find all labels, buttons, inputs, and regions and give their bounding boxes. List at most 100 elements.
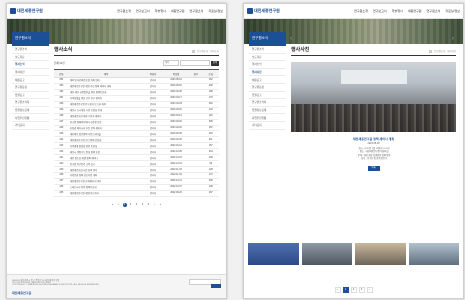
nav-item[interactable]: 연구보고서 [136,9,150,13]
side-item[interactable]: 연구원소식지 [249,99,286,107]
nav-item[interactable]: 세종연구원 [171,9,185,13]
pagination: «‹ 1 2 3 4 5 ›» [54,202,219,207]
side-item[interactable]: 입찰공고 [249,92,286,100]
page-link[interactable]: ‹ [117,203,121,207]
page-link[interactable]: 1 [342,287,349,293]
thumbnail[interactable] [355,243,406,265]
page-title: 행사사진 [291,47,310,53]
footer: (34863) 대전광역시 중구 중앙로 85 대전세종연구원 TEL 042-… [7,274,226,298]
main-content: 행사소식 연구원소식 행사소식 전체 00건 제목 검색 번호 제목 작성자 작성일 첨… [54,46,219,207]
photo-audience [291,104,456,132]
side-item[interactable]: 연구원소식 [12,46,49,54]
side-menu-heading: 연구원소식 [12,32,49,46]
home-icon[interactable] [192,49,196,53]
side-item[interactable]: 채용공고 [12,76,49,84]
side-item[interactable]: 연구원동정 [249,84,286,92]
breadcrumb: 연구원소식 행사소식 [192,49,219,53]
board-table: 번호 제목 작성자 작성일 첨부 조회 254 제27회 대전세종포럼 개최 안내 관리자 20… [54,69,219,197]
column-header: 번호 [54,69,69,78]
search-button[interactable]: 검색 [211,60,219,66]
table-cell: 2022.09.23 [162,190,190,197]
side-item[interactable]: 보도자료 [12,54,49,62]
side-item[interactable]: 연구원동정 [12,84,49,92]
thumbnail[interactable] [408,243,459,265]
breadcrumb-item[interactable]: 행사소식 [210,49,219,53]
side-item[interactable]: 사업추진현황 [249,114,286,122]
side-item[interactable]: 채용공고 [249,76,286,84]
logo-text: 대전세종연구원 [17,8,43,13]
row-title-link[interactable]: 대전세종연구원 개원기념 행사 [68,190,144,197]
thumbnail[interactable] [248,243,299,265]
page-link[interactable]: › [366,287,373,293]
nav-item[interactable]: 학술행사 [155,9,166,13]
side-item[interactable]: 입찰정보공개 [12,107,49,115]
family-site-go-button[interactable] [211,284,221,288]
table-row[interactable]: 235 대전세종연구원 개원기념 행사 관리자 2022.09.23 267 [54,190,219,197]
nav-item[interactable]: 세종연구원 [408,9,422,13]
page-link[interactable]: › [153,203,157,207]
side-item[interactable]: 연구원소식지 [12,99,49,107]
table-cell: 267 [202,190,219,197]
page-link[interactable]: 4 [141,203,145,207]
page-link[interactable]: 5 [147,203,151,207]
side-item[interactable]: 기타공지 [249,122,286,130]
search-field-select[interactable]: 제목 [163,60,179,66]
home-icon[interactable] [429,49,433,53]
page-link[interactable]: ‹ [334,287,341,293]
page-link[interactable]: 1 [122,202,127,207]
list-button[interactable]: 목록 [367,165,380,171]
page-link[interactable]: 3 [358,287,365,293]
nav-item[interactable]: 연구원소식 [427,9,441,13]
side-item[interactable]: 행사소식 [249,61,286,69]
side-item[interactable]: 연구원소식 [249,46,286,54]
side-item[interactable]: 사업추진현황 [12,114,49,122]
thumbnail[interactable] [301,243,352,265]
nav-item[interactable]: 자료실/정보 [445,9,460,13]
column-header: 작성자 [143,69,163,78]
nav-item[interactable]: 학술행사 [392,9,403,13]
breadcrumb-item[interactable]: 연구원소식 [434,49,445,53]
photo-caption: 대전세종연구원 정책 세미나 개최 2023.05.10 · 일시 : 2023… [291,137,456,171]
nav-item[interactable]: 연구원소식 [190,9,204,13]
page-link[interactable]: 3 [135,203,139,207]
main-content: 행사사진 연구원소식 행사사진 대전세종연구원 정책 세미나 개최 2023.0… [291,46,456,171]
prev-arrow-icon[interactable]: ‹ [290,36,292,42]
table-cell: 관리자 [143,190,163,197]
logo[interactable]: 대전세종연구원 [10,8,43,14]
nav-item[interactable]: 연구원소개 [117,9,131,13]
side-menu: 연구원소식 연구원소식 보도자료 행사소식 행사사진 채용공고 연구원동정 입찰… [249,32,286,130]
logo-text: 대전세종연구원 [254,8,280,13]
side-item[interactable]: 입찰정보공개 [249,107,286,115]
nav-item[interactable]: 연구보고서 [373,9,387,13]
side-item[interactable]: 기타공지 [12,122,49,130]
caption-line: · 참석 : 연구진 및 관계 전문가 [359,158,388,161]
column-header: 제목 [68,69,144,78]
breadcrumb-item[interactable]: 행사사진 [447,49,456,53]
page-link[interactable]: 2 [350,287,357,293]
nav-item[interactable]: 자료실/정보 [208,9,223,13]
side-item[interactable]: 입찰공고 [12,92,49,100]
breadcrumb-item[interactable]: 연구원소식 [197,49,208,53]
side-item-active[interactable]: 행사소식 [12,61,49,69]
column-header: 조회 [202,69,219,78]
side-item-active[interactable]: 행사사진 [249,69,286,77]
side-item[interactable]: 행사사진 [12,69,49,77]
logo-mark-icon [10,8,16,14]
side-item[interactable]: 보도자료 [249,54,286,62]
page-link[interactable]: 2 [129,203,133,207]
global-nav: 연구원소개 연구보고서 학술행사 세종연구원 연구원소식 자료실/정보 [354,9,460,13]
logo[interactable]: 대전세종연구원 [247,8,280,14]
table-cell [189,190,203,197]
side-menu-heading: 연구원소식 [249,32,286,46]
page-link[interactable]: » [159,203,163,207]
column-header: 첨부 [189,69,203,78]
thumbnail-strip [248,243,459,265]
page-title: 행사소식 [54,47,73,53]
photo-screen [340,70,407,84]
nav-item[interactable]: 연구원소개 [354,9,368,13]
search-input[interactable] [180,60,210,66]
page-link[interactable]: « [111,203,115,207]
next-arrow-icon[interactable]: › [452,36,454,42]
logo-mark-icon [247,8,253,14]
thumbnail-pagination: ‹ 1 2 3 › [244,287,463,293]
